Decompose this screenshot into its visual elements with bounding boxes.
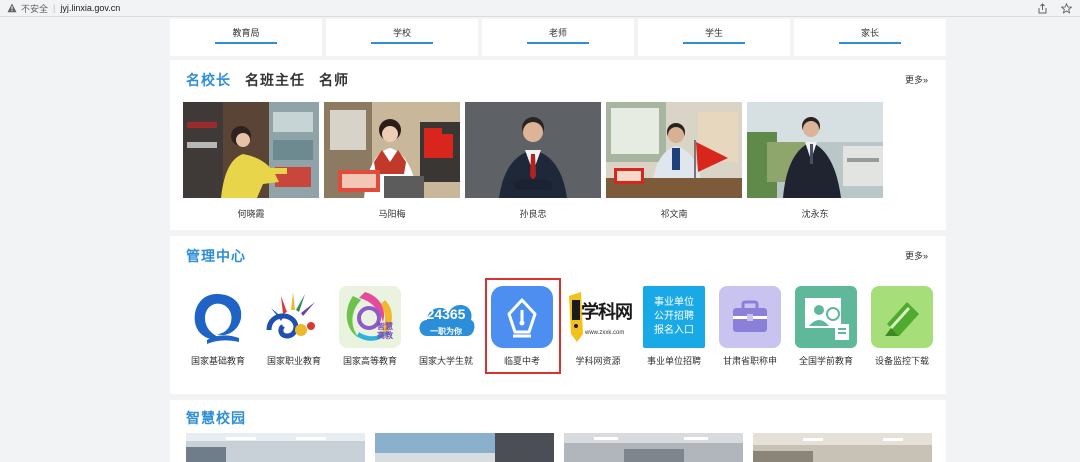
campus-image-list <box>186 433 932 462</box>
person-photo <box>747 102 883 198</box>
app-label: 国家大学生就 <box>418 356 473 366</box>
person-name: 祁文南 <box>660 209 688 219</box>
icon-text: 报名入口 <box>654 325 694 336</box>
person-photo <box>324 102 460 198</box>
role-underline <box>683 42 745 44</box>
app-national-student-employment[interactable]: 24365 一职为你 国家大学生就 <box>408 286 484 367</box>
app-label: 甘肃省职称申 <box>722 356 777 366</box>
people-list: 何晓霞 马阳梅 孙良忠 祁文南 沈永东 <box>183 102 883 220</box>
icon-text: 一职为你 <box>430 327 462 336</box>
tab-famous-class-teacher[interactable]: 名班主任 <box>245 70 305 90</box>
app-national-higher-education[interactable]: 智慧高教 国家高等教育 <box>332 286 408 367</box>
app-label: 国家高等教育 <box>342 356 397 366</box>
divider: | <box>53 3 56 13</box>
person-card[interactable]: 祁文南 <box>606 102 742 220</box>
person-name: 孙良忠 <box>519 209 547 219</box>
campus-image[interactable] <box>753 433 932 462</box>
person-card[interactable]: 马阳梅 <box>324 102 460 220</box>
person-name: 马阳梅 <box>378 209 406 219</box>
management-title: 管理中心 <box>186 248 246 264</box>
role-card-student[interactable]: 学生 <box>638 19 790 56</box>
briefcase-icon <box>719 286 781 348</box>
app-gansu-professional-title[interactable]: 甘肃省职称申 <box>712 286 788 367</box>
smart-campus-title: 智慧校园 <box>186 410 246 426</box>
icon-text: 24365 <box>426 306 466 322</box>
famous-tabs: 名校长 名班主任 名师 <box>186 70 349 90</box>
person-photo <box>465 102 601 198</box>
role-underline <box>371 42 433 44</box>
more-link[interactable]: 更多» <box>905 249 928 262</box>
app-national-basic-education[interactable]: 国家基础教育 <box>180 286 256 367</box>
app-zxxk-resource[interactable]: 学科网 www.zxxk.com 学科网资源 <box>560 286 636 367</box>
app-device-monitor-download[interactable]: 设备监控下载 <box>864 286 940 367</box>
preschool-icon <box>795 286 857 348</box>
person-card[interactable]: 沈永东 <box>747 102 883 220</box>
role-underline <box>839 42 901 44</box>
address-bar[interactable]: 不安全 | jyj.linxia.gov.cn <box>0 0 1080 17</box>
smart-campus-panel: 智慧校园 <box>170 400 946 462</box>
role-label: 教育局 <box>232 28 260 38</box>
app-national-preschool-education[interactable]: 全国学前教育 <box>788 286 864 367</box>
app-national-vocational-education[interactable]: 国家职业教育 <box>256 286 332 367</box>
role-card-school[interactable]: 学校 <box>326 19 478 56</box>
icon-text: www.zxxk.com <box>585 330 625 336</box>
campus-image[interactable] <box>564 433 743 462</box>
role-label: 学生 <box>704 28 723 38</box>
icon-text: 事业单位 <box>654 297 694 308</box>
role-cards: 教育局 学校 老师 学生 家长 <box>170 19 946 56</box>
recruitment-icon: 事业单位 公开招聘 报名入口 <box>643 286 705 348</box>
tab-famous-principal[interactable]: 名校长 <box>186 70 231 90</box>
zxxk-logo-icon: 学科网 www.zxxk.com <box>567 286 633 348</box>
role-label: 家长 <box>860 28 879 38</box>
person-card[interactable]: 何晓霞 <box>183 102 319 220</box>
pen-nib-icon <box>491 286 553 348</box>
higher-education-logo-icon: 智慧高教 <box>339 286 401 348</box>
app-label: 国家职业教育 <box>266 356 321 366</box>
icon-text: 智慧高教 <box>377 322 393 340</box>
person-photo <box>183 102 319 198</box>
campus-image[interactable] <box>186 433 365 462</box>
insecure-label: 不安全 <box>21 3 49 14</box>
app-list: 国家基础教育 国家职业教育 智慧高教 国家高等教育 24365 一职为你 国家大… <box>180 278 940 374</box>
person-card[interactable]: 孙良忠 <box>465 102 601 220</box>
app-institution-recruitment[interactable]: 事业单位 公开招聘 报名入口 事业单位招聘 <box>636 286 712 367</box>
app-label: 临夏中考 <box>503 356 540 366</box>
app-label: 国家基础教育 <box>190 356 245 366</box>
app-label: 设备监控下载 <box>874 356 929 366</box>
person-name: 何晓霞 <box>237 209 265 219</box>
management-center-panel: 管理中心 更多» 国家基础教育 国家职业教育 智慧高教 国家高等教育 24365… <box>170 236 946 394</box>
star-icon[interactable] <box>1060 2 1072 14</box>
url-text[interactable]: jyj.linxia.gov.cn <box>60 3 120 13</box>
role-label: 老师 <box>548 28 567 38</box>
role-underline <box>527 42 589 44</box>
icon-text: 学科网 <box>581 302 633 322</box>
role-underline <box>215 42 277 44</box>
app-label: 学科网资源 <box>575 356 621 366</box>
role-card-education-bureau[interactable]: 教育局 <box>170 19 322 56</box>
share-icon[interactable] <box>1036 2 1048 14</box>
campus-image[interactable] <box>375 433 554 462</box>
employment-cloud-icon: 24365 一职为你 <box>415 286 477 348</box>
app-label: 全国学前教育 <box>798 356 853 366</box>
person-photo <box>606 102 742 198</box>
basic-education-logo-icon <box>187 286 249 348</box>
more-link[interactable]: 更多» <box>905 73 928 86</box>
role-card-parent[interactable]: 家长 <box>794 19 946 56</box>
icon-text: 公开招聘 <box>654 311 694 322</box>
app-linxia-exam[interactable]: 临夏中考 <box>484 278 561 374</box>
role-card-teacher[interactable]: 老师 <box>482 19 634 56</box>
warning-icon[interactable] <box>7 3 17 13</box>
famous-teachers-panel: 名校长 名班主任 名师 更多» 何晓霞 马阳梅 孙良忠 祁文南 沈永东 <box>170 60 946 230</box>
app-label: 事业单位招聘 <box>646 356 701 366</box>
role-label: 学校 <box>392 28 411 38</box>
device-monitor-icon <box>871 286 933 348</box>
tab-famous-teacher[interactable]: 名师 <box>319 70 349 90</box>
person-name: 沈永东 <box>801 209 829 219</box>
vocational-education-logo-icon <box>263 286 325 348</box>
